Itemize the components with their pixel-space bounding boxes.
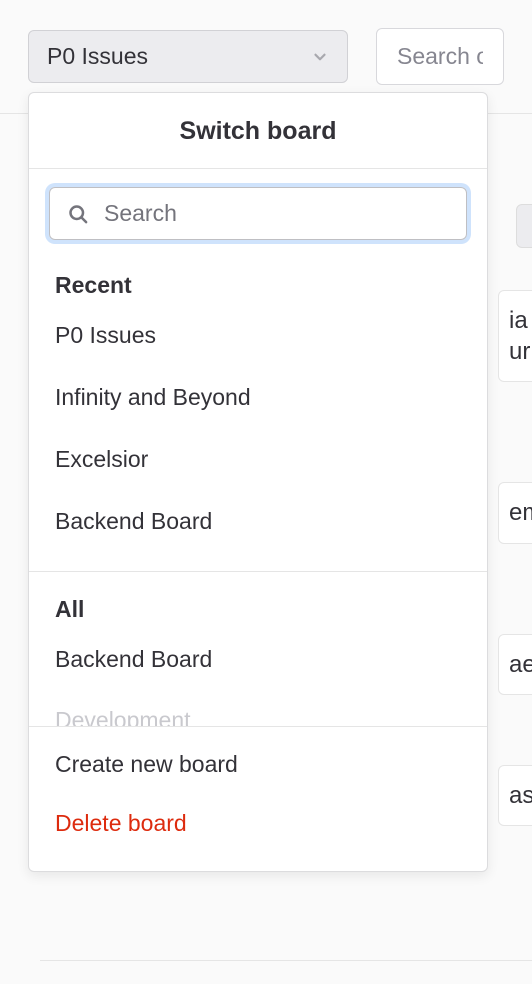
search-icon xyxy=(68,204,88,224)
dropdown-search-input[interactable] xyxy=(104,200,450,227)
background-divider xyxy=(40,960,532,961)
create-new-board-button[interactable]: Create new board xyxy=(29,735,487,794)
board-item-backend-board-all[interactable]: Backend Board xyxy=(29,629,487,691)
switch-board-dropdown: Switch board Recent P0 Issues Infinity a… xyxy=(28,92,488,872)
background-card-fragment: ia ur xyxy=(498,290,532,382)
board-item-p0-issues[interactable]: P0 Issues xyxy=(29,305,487,367)
board-item-development[interactable]: Development xyxy=(29,690,487,726)
dropdown-scroll-area: Recent P0 Issues Infinity and Beyond Exc… xyxy=(29,248,487,726)
all-section: All Backend Board Development xyxy=(29,572,487,726)
global-search-input[interactable] xyxy=(376,28,504,85)
board-item-backend-board[interactable]: Backend Board xyxy=(29,491,487,553)
background-card-fragment: as xyxy=(498,765,532,826)
background-cards: ia ur em ae as xyxy=(498,160,532,866)
dropdown-footer: Create new board Delete board xyxy=(29,726,487,871)
dropdown-title: Switch board xyxy=(29,93,487,169)
background-card-fragment: ae xyxy=(498,634,532,695)
board-item-infinity-and-beyond[interactable]: Infinity and Beyond xyxy=(29,367,487,429)
chevron-down-icon xyxy=(311,48,329,66)
board-selector-label: P0 Issues xyxy=(47,43,148,70)
board-selector-dropdown[interactable]: P0 Issues xyxy=(28,30,348,83)
dropdown-search-container xyxy=(49,187,467,240)
delete-board-button[interactable]: Delete board xyxy=(29,794,487,853)
recent-section: Recent P0 Issues Infinity and Beyond Exc… xyxy=(29,248,487,563)
board-item-excelsior[interactable]: Excelsior xyxy=(29,429,487,491)
all-heading: All xyxy=(29,576,487,629)
background-card-fragment: em xyxy=(498,482,532,543)
recent-heading: Recent xyxy=(29,252,487,305)
